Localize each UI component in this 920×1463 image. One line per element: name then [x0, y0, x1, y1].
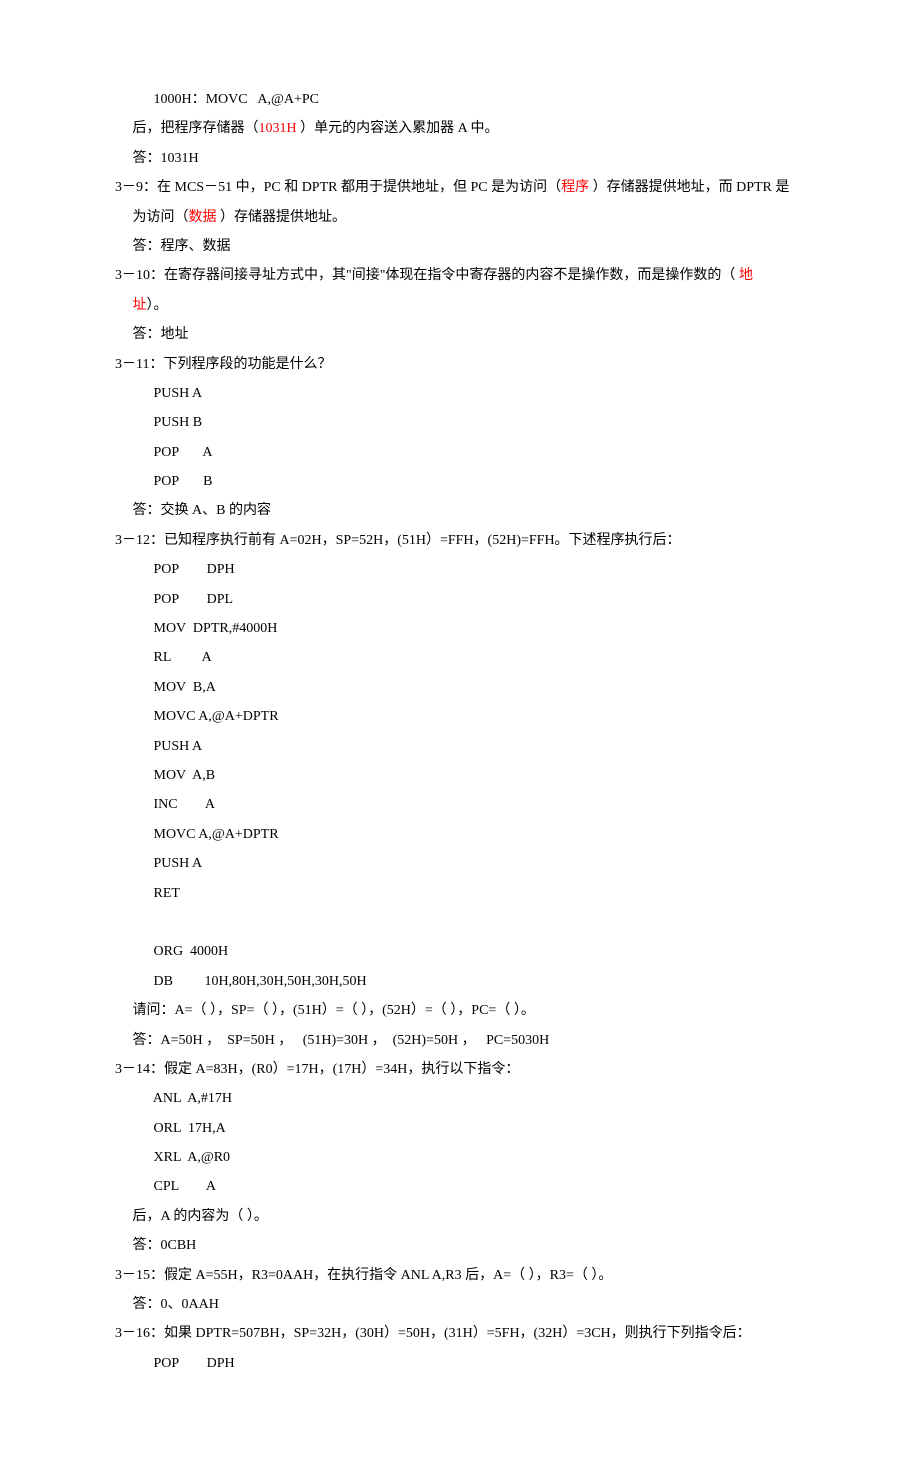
answer-line: 答：1031H: [115, 144, 805, 173]
code-line: PUSH A: [115, 732, 805, 761]
code-line: MOV A,B: [115, 761, 805, 790]
code-line: POP DPH: [115, 1349, 805, 1378]
question-line: 3－16：如果 DPTR=507BH，SP=32H，(30H）=50H，(31H…: [115, 1319, 805, 1348]
code-line: PUSH B: [115, 408, 805, 437]
code-line: RL A: [115, 643, 805, 672]
code-line: INC A: [115, 790, 805, 819]
code-line: CPL A: [115, 1172, 805, 1201]
text-line: 后，A 的内容为（ ）。: [115, 1202, 805, 1231]
answer-line: 答：A=50H ， SP=50H ， (51H)=30H ， (52H)=50H…: [115, 1026, 805, 1055]
answer-blank: 1031H: [259, 121, 301, 136]
code-line: POP DPL: [115, 585, 805, 614]
answer-line: 答：交换 A、B 的内容: [115, 496, 805, 525]
question-line: 3－10：在寄存器间接寻址方式中，其"间接"体现在指令中寄存器的内容不是操作数，…: [115, 261, 805, 290]
code-line: POP DPH: [115, 555, 805, 584]
question-line: 3－15：假定 A=55H，R3=0AAH，在执行指令 ANL A,R3 后，A…: [115, 1261, 805, 1290]
question-line: 3－14：假定 A=83H，(R0）=17H，(17H）=34H，执行以下指令：: [115, 1055, 805, 1084]
code-line: ORG 4000H: [115, 937, 805, 966]
answer-blank: 址: [133, 298, 147, 313]
code-line: POP A: [115, 438, 805, 467]
blank-line: [115, 908, 805, 937]
answer-line: 答：地址: [115, 320, 805, 349]
answer-blank: 程序: [561, 180, 593, 195]
code-line: DB 10H,80H,30H,50H,30H,50H: [115, 967, 805, 996]
question-line: 3－9：在 MCS－51 中，PC 和 DPTR 都用于提供地址，但 PC 是为…: [115, 173, 805, 202]
text-line: 请问：A=（ ），SP=（ ），(51H）=（ ），(52H）=（ ），PC=（…: [115, 996, 805, 1025]
code-line: PUSH A: [115, 849, 805, 878]
answer-blank: 地: [739, 268, 753, 283]
code-line: ANL A,#17H: [115, 1084, 805, 1113]
code-line: MOVC A,@A+DPTR: [115, 820, 805, 849]
text-line: 后，把程序存储器（1031H ）单元的内容送入累加器 A 中。: [115, 114, 805, 143]
answer-line: 答：0、0AAH: [115, 1290, 805, 1319]
question-line: 3－11：下列程序段的功能是什么？: [115, 350, 805, 379]
code-line: XRL A,@R0: [115, 1143, 805, 1172]
code-line: MOVC A,@A+DPTR: [115, 702, 805, 731]
code-line: PUSH A: [115, 379, 805, 408]
code-line: RET: [115, 879, 805, 908]
code-line: POP B: [115, 467, 805, 496]
code-line: ORL 17H,A: [115, 1114, 805, 1143]
answer-line: 答：0CBH: [115, 1231, 805, 1260]
code-line: 1000H：MOVC A,@A+PC: [115, 85, 805, 114]
text-line: 址）。: [115, 291, 805, 320]
code-line: MOV DPTR,#4000H: [115, 614, 805, 643]
answer-line: 答：程序、数据: [115, 232, 805, 261]
document-page: 1000H：MOVC A,@A+PC 后，把程序存储器（1031H ）单元的内容…: [0, 0, 920, 1463]
answer-blank: 数据: [189, 210, 221, 225]
question-line: 3－12：已知程序执行前有 A=02H，SP=52H，(51H）=FFH，(52…: [115, 526, 805, 555]
text-line: 为访问（数据 ）存储器提供地址。: [115, 203, 805, 232]
code-line: MOV B,A: [115, 673, 805, 702]
